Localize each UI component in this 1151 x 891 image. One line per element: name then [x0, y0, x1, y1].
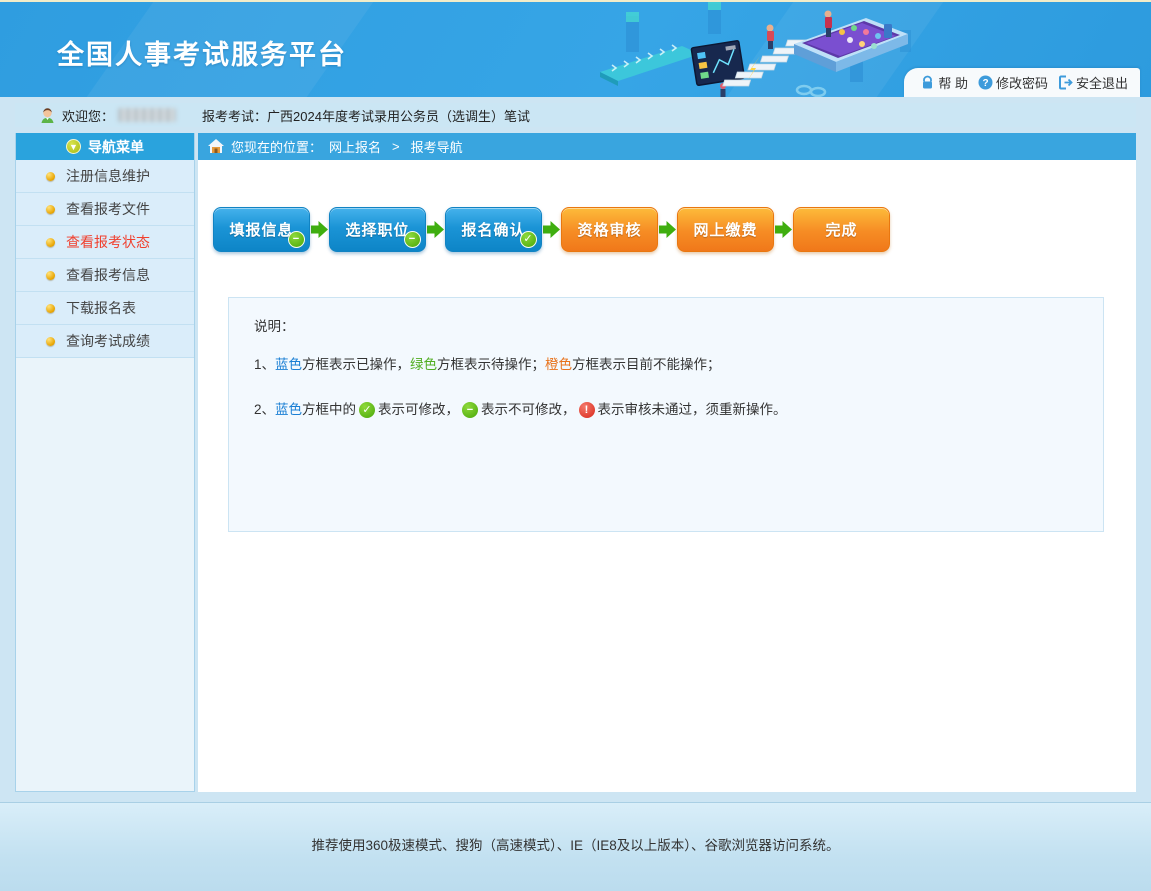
svg-text:?: ? [982, 78, 988, 89]
header: 全国人事考试服务平台 帮 助 ? 修改密码 安全退出 [0, 2, 1151, 97]
exam-info: 报考考试：广西2024年度考试录用公务员（选调生）笔试 [202, 106, 530, 125]
arrow-right-icon [427, 221, 444, 238]
note-text: 表示审核未通过，须重新操作。 [598, 400, 787, 420]
bullet-icon [46, 238, 55, 247]
note-text: 表示可修改， [378, 400, 459, 420]
sidebar-item-label: 查询考试成绩 [66, 331, 150, 351]
footer-text: 推荐使用360极速模式、搜狗（高速模式）、IE（IE8及以上版本）、谷歌浏览器访… [311, 834, 839, 891]
sidebar-item-label: 注册信息维护 [66, 166, 150, 186]
bullet-icon [46, 205, 55, 214]
exam-label: 报考考试： [202, 109, 267, 124]
help-label: 帮 助 [938, 73, 968, 92]
content-body: 填报信息 − 选择职位 − 报名确认 ✓ 资格审核 [198, 160, 1136, 792]
sidebar-item-query-scores[interactable]: 查询考试成绩 [16, 325, 194, 358]
redacted-username [118, 108, 176, 122]
sidebar-item-view-application-info[interactable]: 查看报考信息 [16, 259, 194, 292]
check-badge-icon: ✓ [520, 231, 537, 248]
step-confirm-registration-button[interactable]: 报名确认 ✓ [445, 207, 542, 252]
step-select-position-button[interactable]: 选择职位 − [329, 207, 426, 252]
arrow-right-icon [311, 221, 328, 238]
sidebar-menu-list: 注册信息维护 查看报考文件 查看报考状态 查看报考信息 下载报名表 [16, 160, 194, 358]
minus-circle-icon: − [462, 402, 478, 418]
header-illustration [598, 2, 928, 97]
note-line-number: 1、 [254, 355, 275, 375]
welcome-bar: 欢迎您： 报考考试：广西2024年度考试录用公务员（选调生）笔试 [15, 103, 1136, 127]
change-password-link[interactable]: ? 修改密码 [978, 73, 1048, 92]
sidebar-fill [16, 358, 194, 791]
breadcrumb-section[interactable]: 网上报名 [329, 137, 381, 156]
logout-label: 安全退出 [1076, 73, 1128, 92]
alert-circle-icon: ! [579, 402, 595, 418]
arrow-right-icon [659, 221, 676, 238]
sidebar-item-label: 下载报名表 [66, 298, 136, 318]
sidebar-item-label: 查看报考文件 [66, 199, 150, 219]
page-title: 全国人事考试服务平台 [57, 33, 347, 72]
step-flow: 填报信息 − 选择职位 − 报名确认 ✓ 资格审核 [213, 207, 1136, 252]
step-label: 资格审核 [577, 219, 641, 240]
blue-word: 蓝色 [275, 400, 302, 420]
chevron-down-icon: ▼ [66, 139, 81, 154]
note-line-1: 1、蓝色方框表示已操作，绿色方框表示待操作；橙色方框表示目前不能操作； [254, 355, 1078, 375]
sidebar-item-download-form[interactable]: 下载报名表 [16, 292, 194, 325]
breadcrumb: 您现在的位置： 网上报名 > 报考导航 [198, 133, 1136, 160]
sidebar-item-label: 查看报考信息 [66, 265, 150, 285]
note-text: 方框表示待操作； [437, 355, 545, 375]
user-avatar-icon [39, 107, 56, 124]
step-label: 填报信息 [229, 219, 293, 240]
bullet-icon [46, 172, 55, 181]
bullet-icon [46, 271, 55, 280]
step-label: 网上缴费 [693, 219, 757, 240]
note-text: 方框表示已操作， [302, 355, 410, 375]
bullet-icon [46, 304, 55, 313]
breadcrumb-current: 报考导航 [411, 137, 463, 156]
lock-icon [920, 75, 935, 90]
step-label: 选择职位 [345, 219, 409, 240]
sidebar: ▼ 导航菜单 注册信息维护 查看报考文件 查看报考状态 查看报 [15, 133, 195, 792]
exam-name: 广西2024年度考试录用公务员（选调生）笔试 [267, 109, 530, 124]
note-box: 说明： 1、蓝色方框表示已操作，绿色方框表示待操作；橙色方框表示目前不能操作； … [228, 297, 1104, 532]
help-link[interactable]: 帮 助 [920, 73, 968, 92]
logout-icon [1058, 75, 1073, 90]
arrow-right-icon [543, 221, 560, 238]
bullet-icon [46, 337, 55, 346]
sidebar-item-view-exam-files[interactable]: 查看报考文件 [16, 193, 194, 226]
sidebar-item-register-info[interactable]: 注册信息维护 [16, 160, 194, 193]
logout-link[interactable]: 安全退出 [1058, 73, 1128, 92]
check-circle-icon: ✓ [359, 402, 375, 418]
note-text: 方框表示目前不能操作； [572, 355, 721, 375]
sidebar-menu-header[interactable]: ▼ 导航菜单 [16, 133, 194, 160]
content: 您现在的位置： 网上报名 > 报考导航 填报信息 − 选择职位 − [198, 133, 1136, 792]
footer: 推荐使用360极速模式、搜狗（高速模式）、IE（IE8及以上版本）、谷歌浏览器访… [0, 802, 1151, 891]
breadcrumb-prefix: 您现在的位置： [231, 137, 322, 156]
minus-badge-icon: − [288, 231, 305, 248]
step-qualification-review-button[interactable]: 资格审核 [561, 207, 658, 252]
step-label: 完成 [825, 219, 857, 240]
note-title: 说明： [254, 315, 1078, 335]
sidebar-item-view-application-status[interactable]: 查看报考状态 [16, 226, 194, 259]
utility-bar: 帮 助 ? 修改密码 安全退出 [904, 68, 1140, 97]
menu-title: 导航菜单 [88, 137, 144, 157]
step-label: 报名确认 [461, 219, 525, 240]
home-icon [208, 139, 224, 154]
minus-badge-icon: − [404, 231, 421, 248]
step-complete-button[interactable]: 完成 [793, 207, 890, 252]
note-line-2: 2、蓝色方框中的✓表示可修改，−表示不可修改，!表示审核未通过，须重新操作。 [254, 400, 1078, 420]
green-word: 绿色 [410, 355, 437, 375]
note-text: 方框中的 [302, 400, 356, 420]
blue-word: 蓝色 [275, 355, 302, 375]
orange-word: 橙色 [545, 355, 572, 375]
main: ▼ 导航菜单 注册信息维护 查看报考文件 查看报考状态 查看报 [15, 133, 1136, 792]
step-fill-info-button[interactable]: 填报信息 − [213, 207, 310, 252]
arrow-right-icon [775, 221, 792, 238]
note-line-number: 2、 [254, 400, 275, 420]
note-text: 表示不可修改， [481, 400, 576, 420]
welcome-label: 欢迎您： [62, 106, 114, 125]
breadcrumb-separator: > [392, 139, 400, 154]
change-password-label: 修改密码 [996, 73, 1048, 92]
step-online-payment-button[interactable]: 网上缴费 [677, 207, 774, 252]
question-icon: ? [978, 75, 993, 90]
page: 全国人事考试服务平台 帮 助 ? 修改密码 安全退出 [0, 0, 1151, 891]
sidebar-item-label: 查看报考状态 [66, 232, 150, 252]
